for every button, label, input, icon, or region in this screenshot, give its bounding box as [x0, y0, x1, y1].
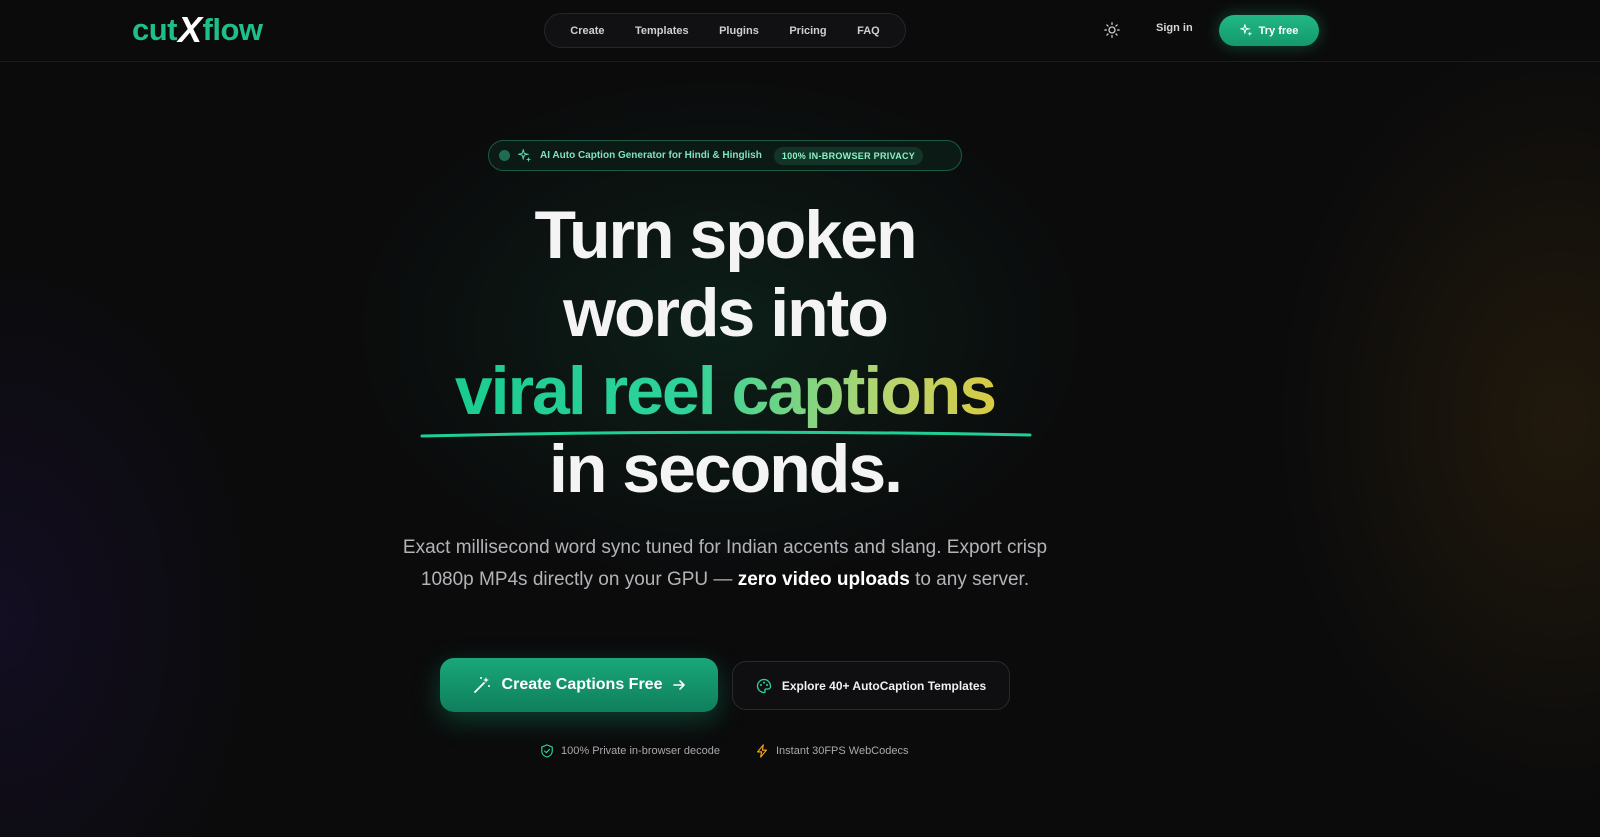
sparkle-icon [518, 148, 532, 162]
create-captions-button[interactable]: Create Captions Free [440, 658, 718, 712]
top-navbar: cut X flow Create Templates Plugins Pric… [0, 0, 1600, 62]
feature-private-decode: 100% Private in-browser decode [540, 744, 720, 758]
hero-badge: AI Auto Caption Generator for Hindi & Hi… [488, 140, 962, 171]
sun-icon[interactable] [1104, 22, 1120, 38]
headline-line-1: Turn spoken [534, 197, 918, 273]
hero-subtitle: Exact millisecond word sync tuned for In… [400, 532, 1050, 596]
explore-templates-button[interactable]: Explore 40+ AutoCaption Templates [732, 661, 1010, 710]
headline-underline [420, 430, 1032, 438]
headline-gradient-line: viral reel captions [360, 352, 1090, 430]
privacy-tag: 100% IN-BROWSER PRIVACY [773, 146, 924, 165]
subtitle-bold: zero video uploads [737, 569, 910, 590]
create-captions-label: Create Captions Free [501, 676, 663, 693]
feature-label: 100% Private in-browser decode [561, 745, 720, 757]
feature-label: Instant 30FPS WebCodecs [776, 745, 909, 757]
nav-link-templates[interactable]: Templates [635, 25, 689, 37]
nav-link-faq[interactable]: FAQ [857, 25, 880, 37]
logo[interactable]: cut X flow [132, 9, 264, 50]
nav-link-create[interactable]: Create [570, 25, 604, 37]
subtitle-text-2: to any server. [915, 569, 1030, 590]
arrow-right-icon [673, 680, 686, 690]
palette-icon [756, 678, 771, 693]
magic-wand-icon [473, 677, 490, 693]
logo-x-mark: X [178, 9, 202, 50]
try-free-button[interactable]: Try free [1219, 15, 1319, 46]
try-free-label: Try free [1258, 24, 1299, 37]
headline-line-2: words into [563, 275, 889, 351]
nav-link-pricing[interactable]: Pricing [789, 25, 826, 37]
hero-headline: Turn spoken words into viral reel captio… [360, 196, 1090, 508]
nav-link-plugins[interactable]: Plugins [719, 25, 759, 37]
badge-text: AI Auto Caption Generator for Hindi & Hi… [540, 150, 762, 161]
feature-webcodecs: Instant 30FPS WebCodecs [755, 744, 908, 758]
logo-text-right: flow [202, 12, 264, 47]
status-dot [499, 150, 510, 161]
logo-text-left: cut [132, 12, 178, 47]
main-nav: Create Templates Plugins Pricing FAQ [544, 13, 906, 48]
shield-check-icon [541, 744, 553, 758]
sparkle-icon [1239, 24, 1252, 37]
sign-in-link[interactable]: Sign in [1156, 22, 1193, 34]
lightning-icon [757, 744, 767, 758]
explore-templates-label: Explore 40+ AutoCaption Templates [781, 678, 987, 693]
